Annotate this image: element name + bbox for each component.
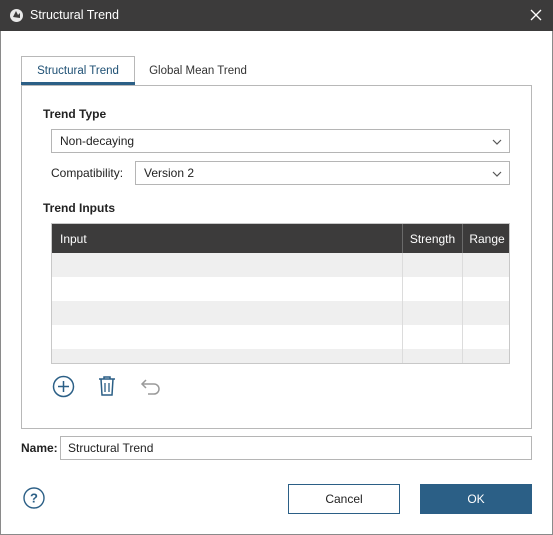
undo-button[interactable] — [139, 374, 163, 398]
table-row[interactable] — [52, 325, 509, 349]
table-header: Input Strength Range — [52, 224, 509, 253]
svg-text:?: ? — [30, 491, 38, 506]
ok-button[interactable]: OK — [420, 484, 532, 514]
name-field[interactable]: Structural Trend — [60, 436, 532, 460]
undo-icon — [140, 379, 160, 395]
help-icon[interactable]: ? — [23, 487, 45, 509]
tab-structural-trend[interactable]: Structural Trend — [21, 56, 135, 85]
chevron-down-icon — [492, 139, 502, 145]
trend-type-value: Non-decaying — [60, 134, 135, 148]
column-header-input[interactable]: Input — [52, 224, 402, 253]
column-divider — [402, 253, 403, 363]
column-divider — [462, 253, 463, 363]
chevron-down-icon — [492, 171, 502, 177]
close-icon — [530, 9, 542, 21]
column-header-strength[interactable]: Strength — [402, 224, 462, 253]
trend-type-heading: Trend Type — [43, 107, 107, 121]
compatibility-label: Compatibility: — [51, 166, 124, 180]
trend-inputs-table: Input Strength Range — [51, 223, 510, 364]
tab-label: Structural Trend — [37, 65, 119, 77]
compatibility-select[interactable]: Version 2 — [135, 161, 510, 185]
delete-button[interactable] — [95, 374, 119, 398]
tab-label: Global Mean Trend — [149, 64, 247, 77]
close-button[interactable] — [525, 4, 547, 26]
trend-inputs-heading: Trend Inputs — [43, 201, 115, 215]
table-row[interactable] — [52, 349, 509, 363]
tab-global-mean-trend[interactable]: Global Mean Trend — [139, 56, 257, 85]
name-label: Name: — [21, 441, 58, 455]
column-header-range[interactable]: Range — [462, 224, 509, 253]
title-bar: Structural Trend — [0, 0, 553, 31]
window-title: Structural Trend — [30, 8, 119, 22]
add-icon — [52, 375, 74, 397]
delete-icon — [99, 376, 115, 396]
cancel-button[interactable]: Cancel — [288, 484, 400, 514]
app-icon — [10, 9, 23, 22]
compatibility-value: Version 2 — [144, 166, 195, 180]
table-row[interactable] — [52, 253, 509, 277]
table-row[interactable] — [52, 301, 509, 325]
table-row[interactable] — [52, 277, 509, 301]
trend-type-select[interactable]: Non-decaying — [51, 129, 510, 153]
add-button[interactable] — [51, 374, 75, 398]
